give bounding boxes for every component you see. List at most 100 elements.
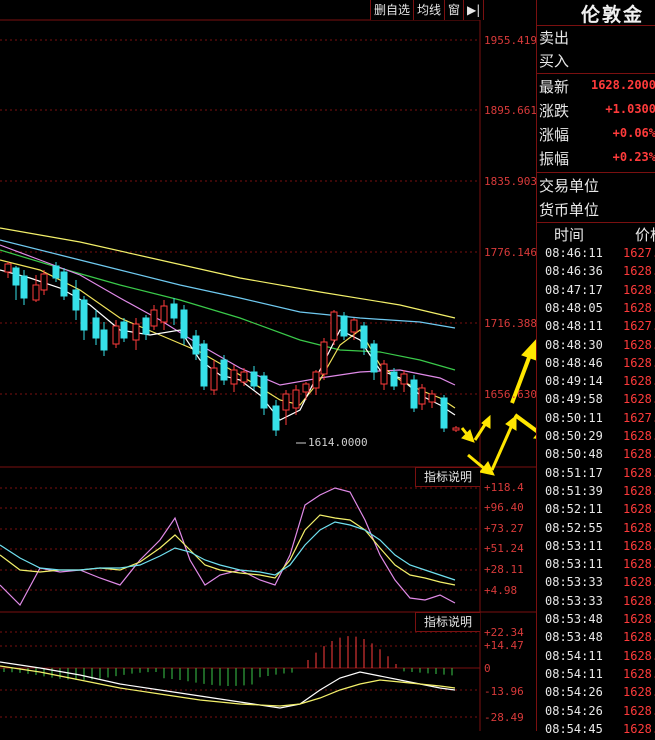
macd-axis-label: -28.49 [484, 711, 524, 724]
tick-price: 1628. [623, 666, 655, 681]
candle-body [292, 389, 300, 409]
tick-time: 08:48:46 [545, 355, 603, 370]
tick-price: 1628. [623, 557, 655, 572]
kdj-axis-label: +96.40 [484, 501, 524, 514]
candle-body [132, 323, 140, 341]
latest-row: 最新 1628.2000 [539, 76, 655, 100]
amplitude-row: 振幅 +0.23% [539, 148, 655, 172]
tick-time: 08:48:11 [545, 319, 603, 334]
price-axis-label: 1835.903 [484, 175, 537, 188]
quote-panel: 伦敦金 卖出 买入 最新 1628.2000 涨跌 +1.0300 涨幅 +0.06%… [536, 0, 655, 736]
tick-time: 08:49:58 [545, 392, 603, 407]
oscillator-lines [0, 487, 456, 606]
tick-price: 1628. [623, 575, 655, 590]
candle-body [112, 325, 120, 345]
tick-time: 08:50:11 [545, 410, 603, 425]
candle-body [330, 311, 338, 341]
candle-body [452, 427, 460, 431]
candle-body [40, 273, 48, 291]
candle-body [390, 371, 398, 387]
change-pct-value: +0.06% [612, 126, 655, 140]
candle-body [72, 289, 80, 311]
candle-body [320, 341, 328, 375]
tick-row: 08:54:26 1628. [545, 685, 655, 703]
candle-body [4, 263, 12, 273]
tick-time: 08:53:11 [545, 538, 603, 553]
macd-axis-label: 0 [484, 662, 491, 675]
tick-time: 08:52:11 [545, 502, 603, 517]
moving-average-lines [0, 227, 456, 421]
tick-price: 1628. [623, 355, 655, 370]
candle-body [272, 405, 280, 431]
currency-unit-row: 货币单位 [539, 199, 655, 223]
tick-price: 1628. [623, 593, 655, 608]
expand-icon[interactable]: ▶| [464, 0, 485, 20]
tick-time: 08:52:55 [545, 520, 603, 535]
candle-body [340, 315, 348, 337]
tick-time: 08:53:48 [545, 630, 603, 645]
macd-axis-label: -13.96 [484, 685, 524, 698]
price-axis-label: 1776.146 [484, 246, 537, 259]
price-header: 价格 [635, 226, 655, 244]
candlestick-chart-area[interactable]: 删自选 均线 窗 ▶| 1955.419 1895.661 1835.903 1… [0, 0, 537, 731]
tick-row: 08:49:14 1628. [545, 374, 655, 392]
latest-label: 最新 [539, 78, 570, 96]
candle-body [120, 321, 128, 339]
tick-price: 1628. [623, 703, 655, 718]
candle-body [410, 379, 418, 409]
tick-price: 1628. [623, 648, 655, 663]
kdj-axis-label: +28.11 [484, 563, 524, 576]
tick-row: 08:48:30 1628. [545, 338, 655, 356]
chart-toolbar: 删自选 均线 窗 ▶| [370, 0, 485, 20]
tick-row: 08:53:33 1628. [545, 594, 655, 612]
price-axis-label: 1895.661 [484, 104, 537, 117]
annotation-arrows [460, 339, 536, 476]
candle-body [380, 363, 388, 385]
tick-time: 08:46:11 [545, 246, 603, 260]
candle-body [220, 359, 228, 381]
tick-price: 1628. [623, 465, 655, 480]
candle-body [282, 393, 290, 411]
tick-time: 08:48:30 [545, 337, 603, 352]
tick-row: 08:54:11 1628. [545, 667, 655, 685]
change-pct-label: 涨幅 [539, 126, 570, 144]
tick-time: 08:51:17 [545, 465, 603, 480]
change-value: +1.0300 [605, 102, 655, 116]
tick-time: 08:54:26 [545, 703, 603, 718]
tick-time: 08:53:33 [545, 593, 603, 608]
tick-row: 08:50:29 1628. [545, 429, 655, 447]
sell-label: 卖出 [539, 29, 570, 47]
window-button[interactable]: 窗 [445, 0, 465, 20]
buy-label: 买入 [539, 52, 570, 70]
latest-value: 1628.2000 [590, 78, 655, 92]
tick-time: 08:48:05 [545, 300, 603, 315]
kdj-axis-label: +51.24 [484, 542, 524, 555]
indicator-help-button[interactable]: 指标说明 [415, 467, 480, 487]
candle-body [12, 267, 20, 286]
tick-time: 08:54:11 [545, 666, 603, 681]
tick-time: 08:49:14 [545, 374, 603, 389]
time-header: 时间 [554, 226, 585, 244]
tick-row: 08:50:48 1628. [545, 447, 655, 465]
candle-body [312, 371, 320, 389]
candle-body [210, 367, 218, 391]
amplitude-value: +0.23% [612, 150, 655, 164]
candle-body [92, 317, 100, 339]
candle-body [100, 329, 108, 351]
tick-row: 08:46:36 1628. [545, 264, 655, 282]
tick-price: 1627. [623, 246, 655, 260]
tick-row: 08:48:05 1628. [545, 301, 655, 319]
ma-line-button[interactable]: 均线 [414, 0, 446, 20]
kdj-axis-label: +4.98 [484, 584, 518, 597]
macd-axis-label: +22.34 [484, 626, 524, 639]
indicator-help-button[interactable]: 指标说明 [415, 612, 480, 632]
delete-self-select-button[interactable]: 删自选 [371, 0, 415, 20]
tick-price: 1628. [623, 502, 655, 517]
tick-time: 08:54:26 [545, 685, 603, 700]
tick-time: 08:50:29 [545, 429, 603, 443]
tick-price: 1628. [623, 721, 655, 736]
kdj-axis-label: +118.4 [484, 481, 524, 494]
tick-price: 1628. [623, 612, 655, 626]
candle-body [20, 275, 28, 299]
trade-unit-label: 交易单位 [539, 177, 600, 195]
